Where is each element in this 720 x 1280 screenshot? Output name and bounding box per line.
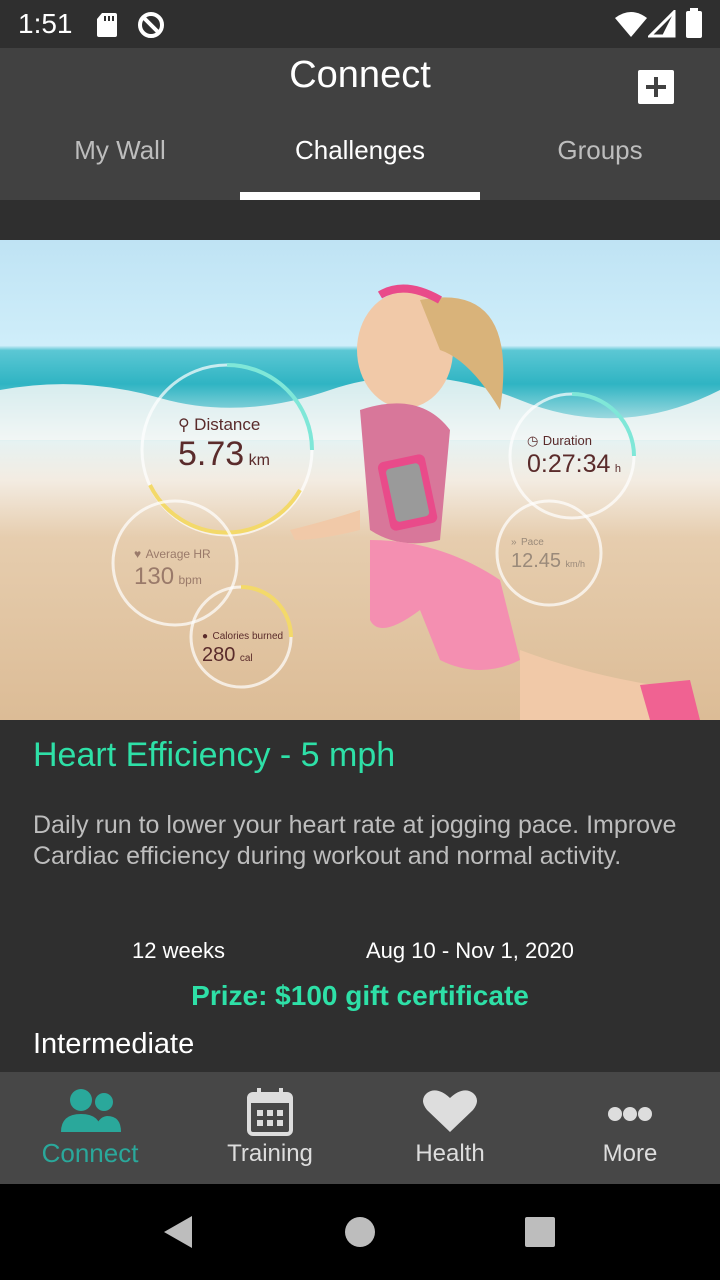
- sd-card-icon: [97, 13, 117, 37]
- metric-distance-label: Distance: [194, 415, 261, 434]
- home-icon[interactable]: [344, 1216, 376, 1248]
- metric-average-hr-unit: bpm: [178, 573, 202, 587]
- wifi-icon: [615, 12, 647, 37]
- metric-duration-unit: h: [614, 463, 621, 475]
- map-pin-icon: ⚲: [178, 417, 190, 434]
- nav-label-health: Health: [415, 1140, 485, 1167]
- calendar-icon: [247, 1088, 293, 1136]
- metric-pace-label: Pace: [521, 537, 544, 548]
- data-saver-icon: [138, 12, 164, 38]
- metric-calories-value: 280: [202, 644, 236, 666]
- challenge-title[interactable]: Heart Efficiency - 5 mph: [33, 736, 395, 775]
- metric-duration-label: Duration: [542, 433, 592, 448]
- challenge-dates: Aug 10 - Nov 1, 2020: [366, 938, 574, 963]
- tab-my-wall[interactable]: My Wall: [0, 128, 240, 200]
- metric-pace-value: 12.45: [511, 550, 562, 572]
- metric-calories-unit: cal: [239, 653, 253, 664]
- flame-icon: ●: [202, 631, 209, 642]
- tab-groups[interactable]: Groups: [480, 128, 720, 200]
- app-bar: Connect My Wall Challenges Groups: [0, 48, 720, 200]
- metric-average-hr-label: Average HR: [145, 547, 211, 561]
- metric-duration-value: 0:27:34: [527, 450, 611, 478]
- metric-duration: ◷ Duration 0:27:34 h: [527, 432, 621, 479]
- pace-icon: »: [511, 537, 517, 548]
- recents-icon[interactable]: [524, 1216, 556, 1248]
- nav-item-health[interactable]: Health: [360, 1072, 540, 1184]
- metric-calories-label: Calories burned: [212, 631, 284, 642]
- metric-pace: » Pace 12.45 km/h: [511, 532, 585, 573]
- system-nav-bar: [0, 1184, 720, 1280]
- challenge-duration: 12 weeks: [132, 938, 225, 963]
- challenge-hero-image[interactable]: ⚲ Distance 5.73 km ◷ Duration 0:27:34 h …: [0, 240, 720, 720]
- challenge-prize: Prize: $100 gift certificate: [191, 980, 529, 1011]
- heart-icon: [423, 1090, 477, 1132]
- tab-challenges[interactable]: Challenges: [240, 128, 480, 200]
- more-dots-icon: [608, 1107, 652, 1121]
- status-time: 1:51: [18, 8, 73, 39]
- metric-calories: ● Calories burned 280 cal: [202, 626, 283, 667]
- nav-label-training: Training: [227, 1140, 313, 1167]
- heart-rate-icon: ♥: [134, 547, 142, 561]
- bottom-nav: Connect Training Health More: [0, 1072, 720, 1184]
- back-icon[interactable]: [162, 1214, 194, 1250]
- metric-average-hr-value: 130: [134, 563, 175, 590]
- people-icon: [61, 1089, 121, 1132]
- battery-icon: [686, 8, 702, 38]
- runner-illustration: [0, 284, 720, 720]
- active-tab-indicator: [240, 192, 480, 200]
- nav-label-more: More: [602, 1140, 658, 1167]
- nav-item-training[interactable]: Training: [180, 1072, 360, 1184]
- challenge-level: Intermediate: [33, 1028, 195, 1060]
- nav-item-more[interactable]: More: [540, 1072, 720, 1184]
- challenge-description: Daily run to lower your heart rate at jo…: [33, 811, 677, 870]
- stopwatch-icon: ◷: [527, 433, 539, 448]
- cell-signal-icon: [648, 10, 676, 38]
- metric-distance-unit: km: [248, 452, 270, 469]
- status-bar: 1:51: [0, 0, 720, 48]
- metric-distance-value: 5.73: [178, 435, 245, 473]
- nav-label-connect: Connect: [41, 1138, 139, 1168]
- metric-distance: ⚲ Distance 5.73 km: [178, 415, 270, 474]
- metric-pace-unit: km/h: [565, 559, 586, 569]
- nav-item-connect[interactable]: Connect: [0, 1072, 180, 1184]
- add-button[interactable]: [638, 70, 674, 104]
- page-title: Connect: [289, 54, 431, 96]
- metric-average-hr: ♥ Average HR 130 bpm: [134, 545, 211, 591]
